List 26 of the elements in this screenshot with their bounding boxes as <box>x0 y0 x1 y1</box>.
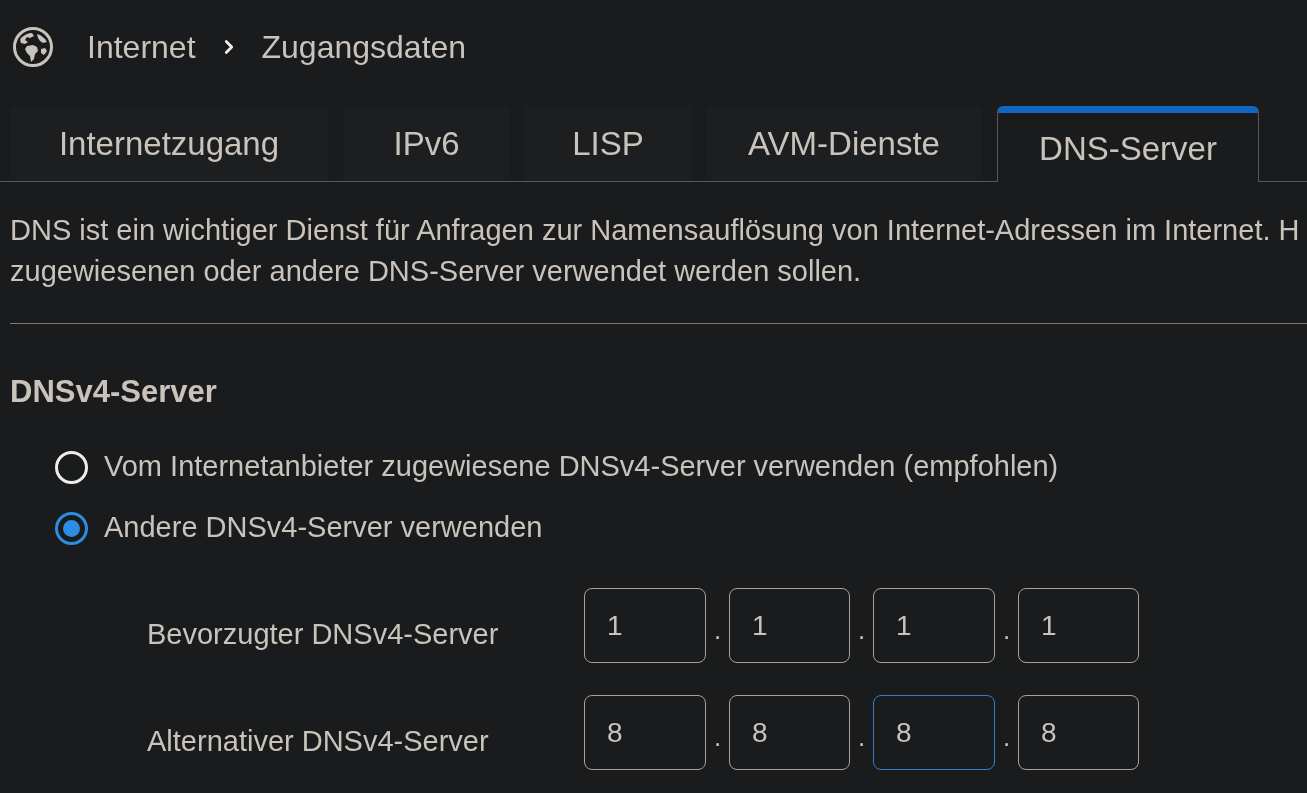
ip-octet-field[interactable]: 1 <box>1018 588 1139 663</box>
ip-octet-field[interactable]: 1 <box>729 588 850 663</box>
ip-octet-field[interactable]: 8 <box>1018 695 1139 770</box>
field-label: Alternativer DNSv4-Server <box>147 723 490 759</box>
octet-separator: . <box>1001 721 1012 754</box>
breadcrumb-item: Zugangsdaten <box>261 28 467 67</box>
octet-separator: . <box>1001 614 1012 647</box>
description-text: DNS ist ein wichtiger Dienst für Anfragen zur Namensauflösung von Internet-Adressen im Internet. H <box>10 213 1300 248</box>
section-heading: DNSv4-Server <box>10 373 217 411</box>
octet-separator: . <box>712 614 723 647</box>
ip-octet-field[interactable]: 8 <box>729 695 850 770</box>
radio-label[interactable]: Andere DNSv4-Server verwenden <box>104 506 543 550</box>
globe-icon <box>13 27 53 67</box>
ip-octet-field[interactable]: 8 <box>584 695 706 770</box>
ip-octet-field[interactable]: 8 <box>873 695 995 770</box>
ip-octet-field[interactable]: 1 <box>873 588 995 663</box>
octet-separator: . <box>712 721 723 754</box>
octet-separator: . <box>856 721 867 754</box>
tab[interactable]: DNS-Server <box>997 106 1259 182</box>
radio-button[interactable] <box>55 511 88 545</box>
ip-octet-field[interactable]: 1 <box>584 588 706 663</box>
breadcrumb-item[interactable]: Internet <box>87 23 196 71</box>
description-text: zugewiesenen oder andere DNS-Server verwendet werden sollen. <box>10 254 862 289</box>
radio-label[interactable]: Vom Internetanbieter zugewiesene DNSv4-Server verwenden (empfohlen) <box>104 445 1059 489</box>
octet-separator: . <box>856 614 867 647</box>
field-label: Bevorzugter DNSv4-Server <box>147 616 500 652</box>
